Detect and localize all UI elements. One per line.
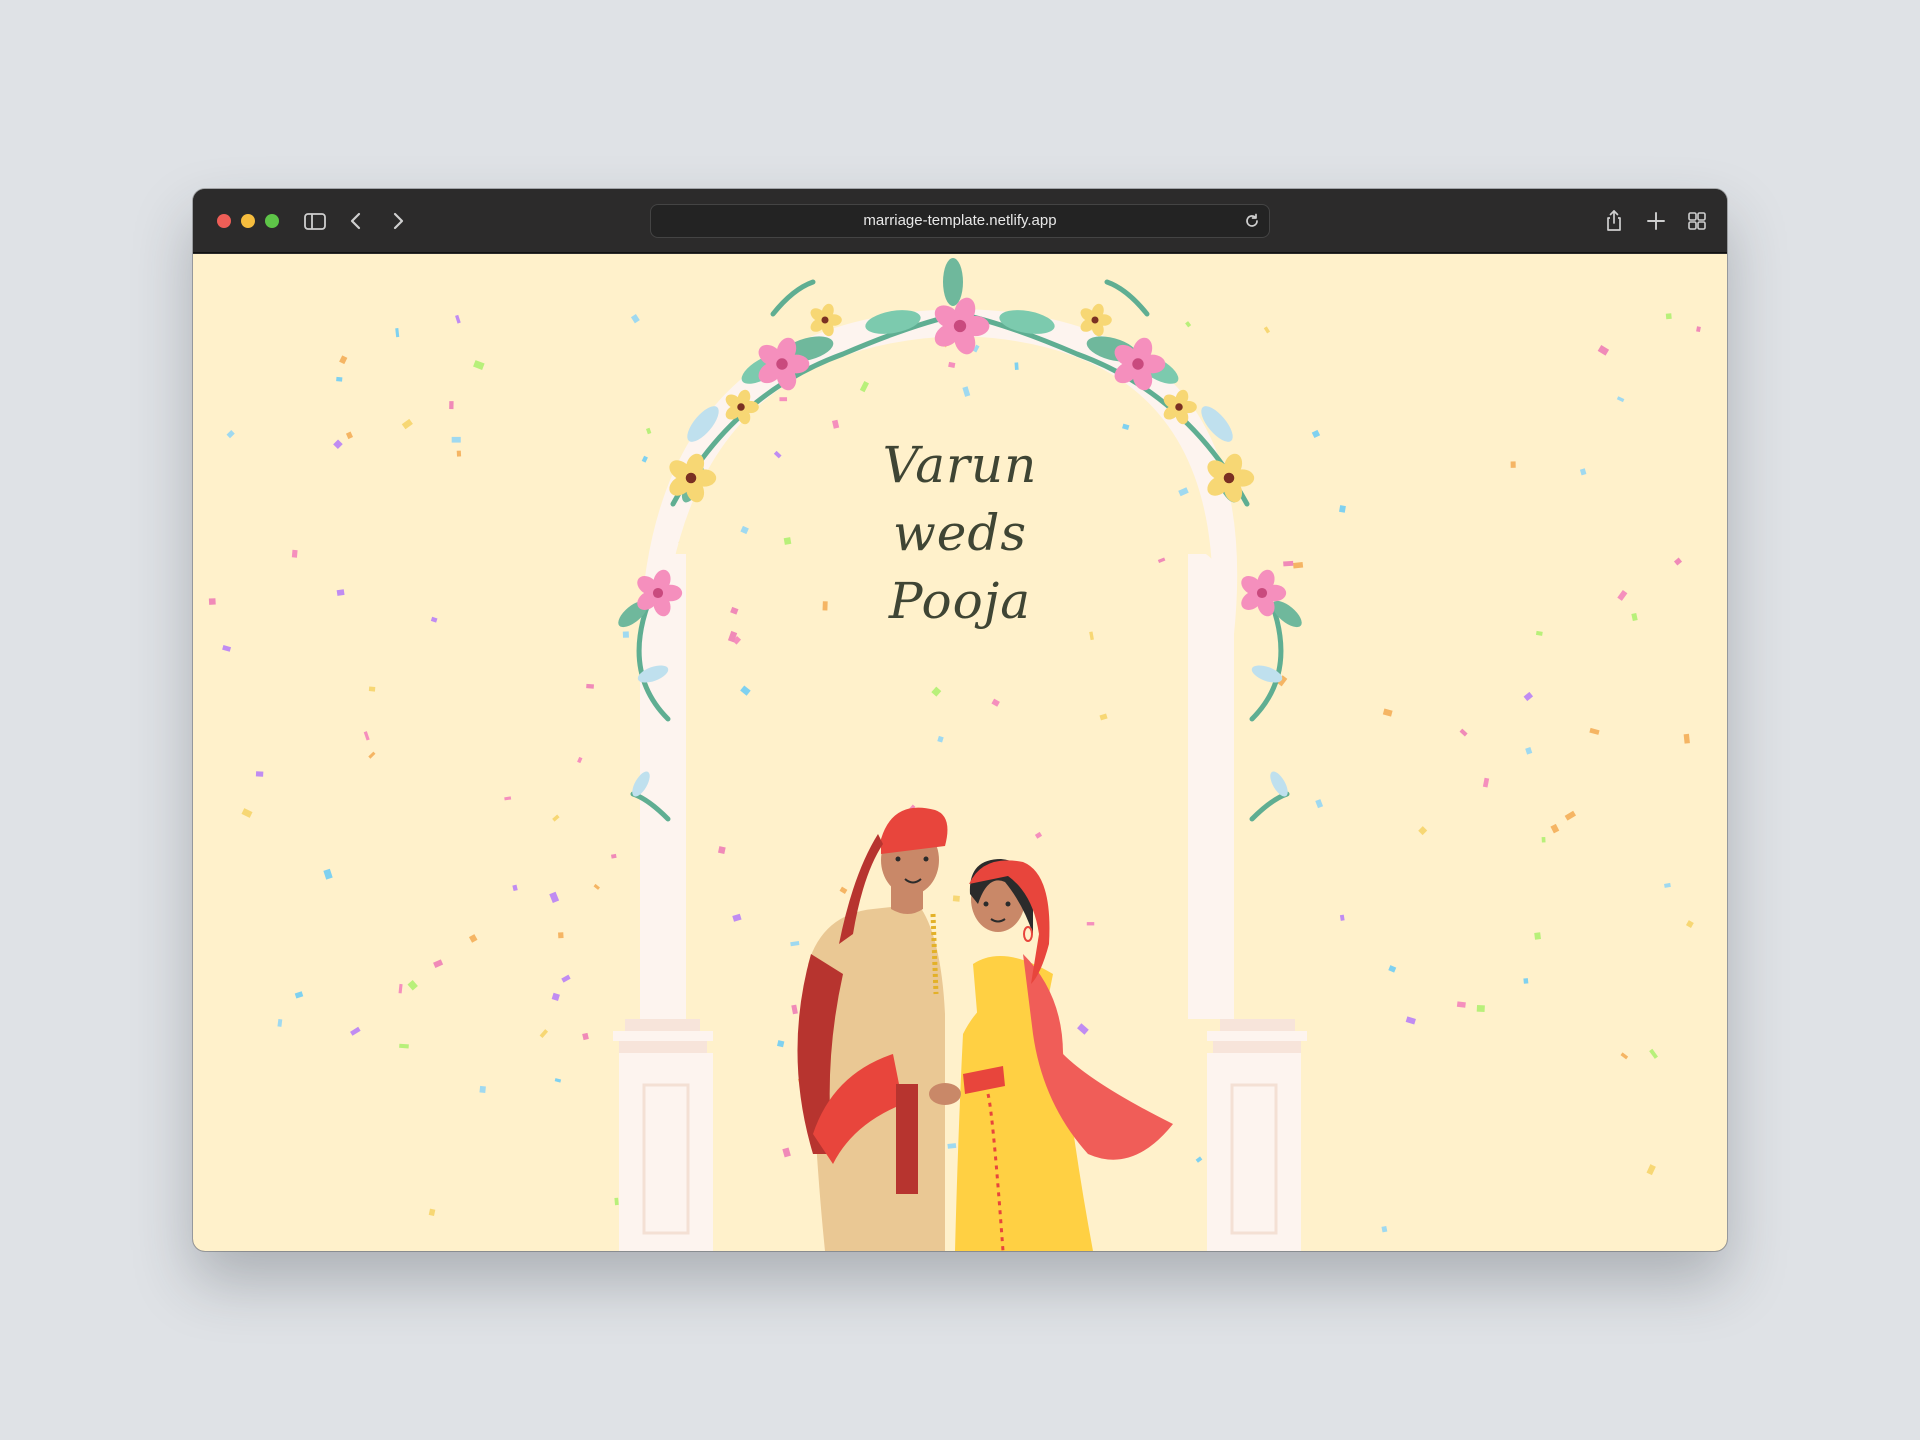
left-pillar — [613, 554, 713, 1251]
browser-window: marriage-template.netlify.app Varun weds… — [193, 189, 1727, 1251]
share-icon[interactable] — [1600, 207, 1628, 235]
groom-illustration — [797, 807, 948, 1251]
url-text: marriage-template.netlify.app — [863, 212, 1057, 229]
title-line-weds: weds — [892, 504, 1028, 562]
title-line-groom: Varun — [882, 436, 1038, 494]
bride-illustration — [955, 859, 1173, 1251]
reload-icon[interactable] — [1243, 212, 1261, 230]
sidebar-icon[interactable] — [301, 207, 329, 235]
tab-overview-icon[interactable] — [1683, 207, 1711, 235]
right-pillar — [1188, 554, 1307, 1251]
new-tab-icon[interactable] — [1642, 207, 1670, 235]
back-icon[interactable] — [342, 207, 370, 235]
page-content: Varun weds Pooja — [193, 254, 1727, 1251]
joined-hands — [929, 1083, 961, 1105]
zoom-window-button[interactable] — [265, 214, 279, 228]
title-line-bride: Pooja — [888, 572, 1032, 630]
wedding-arch-illustration — [613, 258, 1307, 1251]
browser-toolbar: marriage-template.netlify.app — [193, 189, 1727, 253]
address-bar[interactable]: marriage-template.netlify.app — [650, 204, 1270, 238]
forward-icon[interactable] — [384, 207, 412, 235]
close-window-button[interactable] — [217, 214, 231, 228]
minimize-window-button[interactable] — [241, 214, 255, 228]
